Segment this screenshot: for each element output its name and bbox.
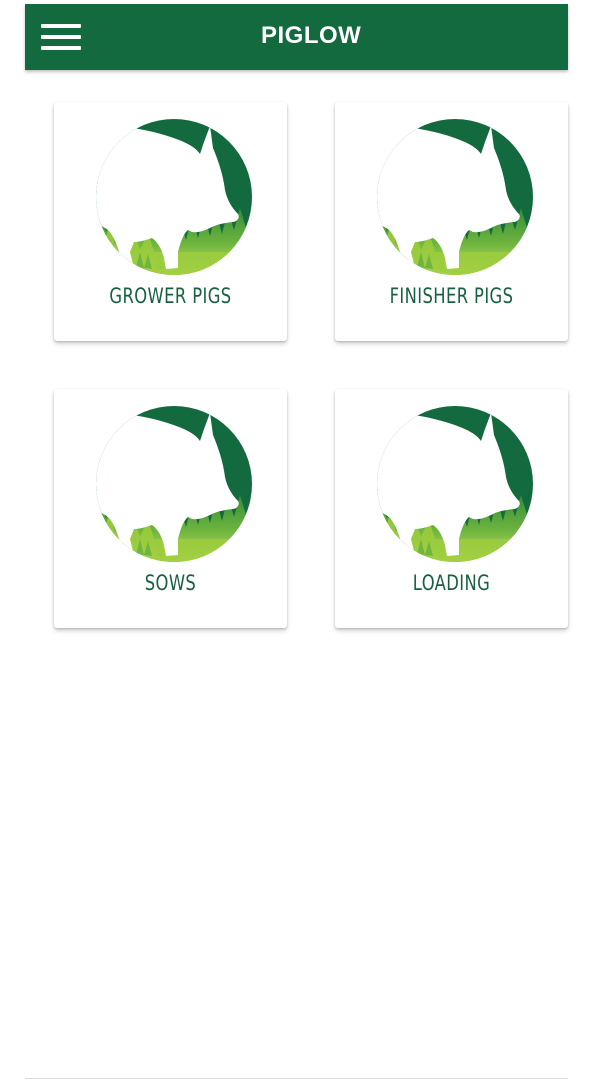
category-card-sows[interactable]: SOWS	[54, 389, 287, 628]
pig-logo-icon	[94, 399, 254, 562]
menu-line	[41, 35, 81, 39]
bottom-divider	[25, 1078, 568, 1079]
pig-logo-icon	[94, 112, 254, 275]
category-label: LOADING	[412, 571, 491, 595]
menu-line	[41, 46, 81, 50]
category-label: SOWS	[144, 571, 197, 595]
screen: PIGLOW GROWER PIGS FINISHER PIGS SOWS LO…	[0, 0, 603, 1080]
category-label: FINISHER PIGS	[389, 284, 514, 308]
pig-logo-icon	[375, 112, 535, 275]
pig-logo-icon	[375, 399, 535, 562]
menu-line	[41, 24, 81, 28]
hamburger-menu-icon[interactable]	[41, 24, 81, 50]
category-card-finisher-pigs[interactable]: FINISHER PIGS	[335, 102, 568, 341]
app-bar: PIGLOW	[25, 4, 568, 70]
category-card-grower-pigs[interactable]: GROWER PIGS	[54, 102, 287, 341]
app-title: PIGLOW	[261, 22, 362, 49]
category-label: GROWER PIGS	[109, 284, 232, 308]
category-card-loading[interactable]: LOADING	[335, 389, 568, 628]
